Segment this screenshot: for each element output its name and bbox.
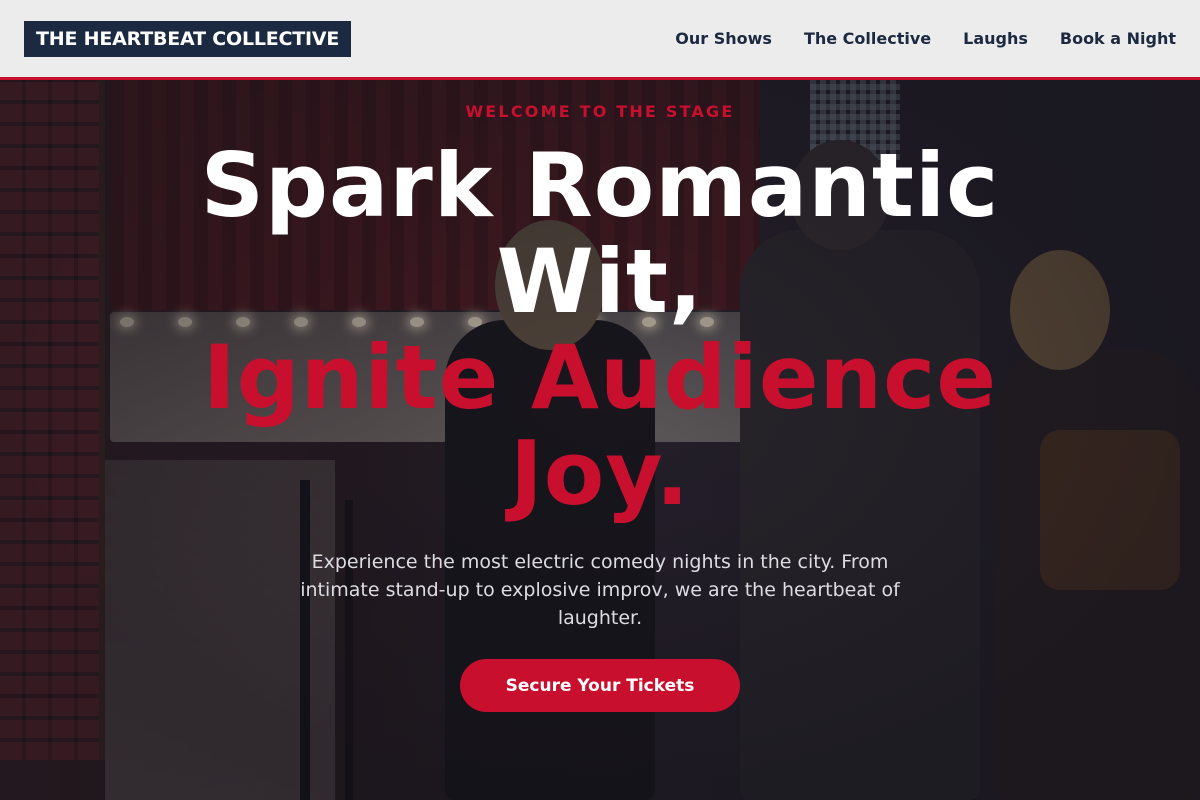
nav-link-laughs[interactable]: Laughs (963, 29, 1028, 48)
nav-link-the-collective[interactable]: The Collective (804, 29, 931, 48)
secure-tickets-button[interactable]: Secure Your Tickets (460, 659, 740, 712)
hero-headline: Spark Romantic Wit, Ignite Audience Joy. (100, 138, 1100, 522)
headline-white: Spark Romantic Wit, (200, 134, 1000, 333)
hero-lead: Experience the most electric comedy nigh… (300, 551, 900, 629)
brand-logo[interactable]: THE HEARTBEAT COLLECTIVE (24, 20, 352, 57)
hero-eyebrow: WELCOME TO THE STAGE (465, 102, 735, 121)
main-nav: Our Shows The Collective Laughs Book a N… (675, 29, 1176, 48)
nav-link-book-a-night[interactable]: Book a Night (1060, 29, 1176, 48)
hero-content: WELCOME TO THE STAGE Spark Romantic Wit,… (0, 80, 1200, 800)
headline-red: Ignite Audience Joy. (202, 326, 998, 525)
nav-link-our-shows[interactable]: Our Shows (675, 29, 772, 48)
site-header: THE HEARTBEAT COLLECTIVE Our Shows The C… (0, 0, 1200, 80)
